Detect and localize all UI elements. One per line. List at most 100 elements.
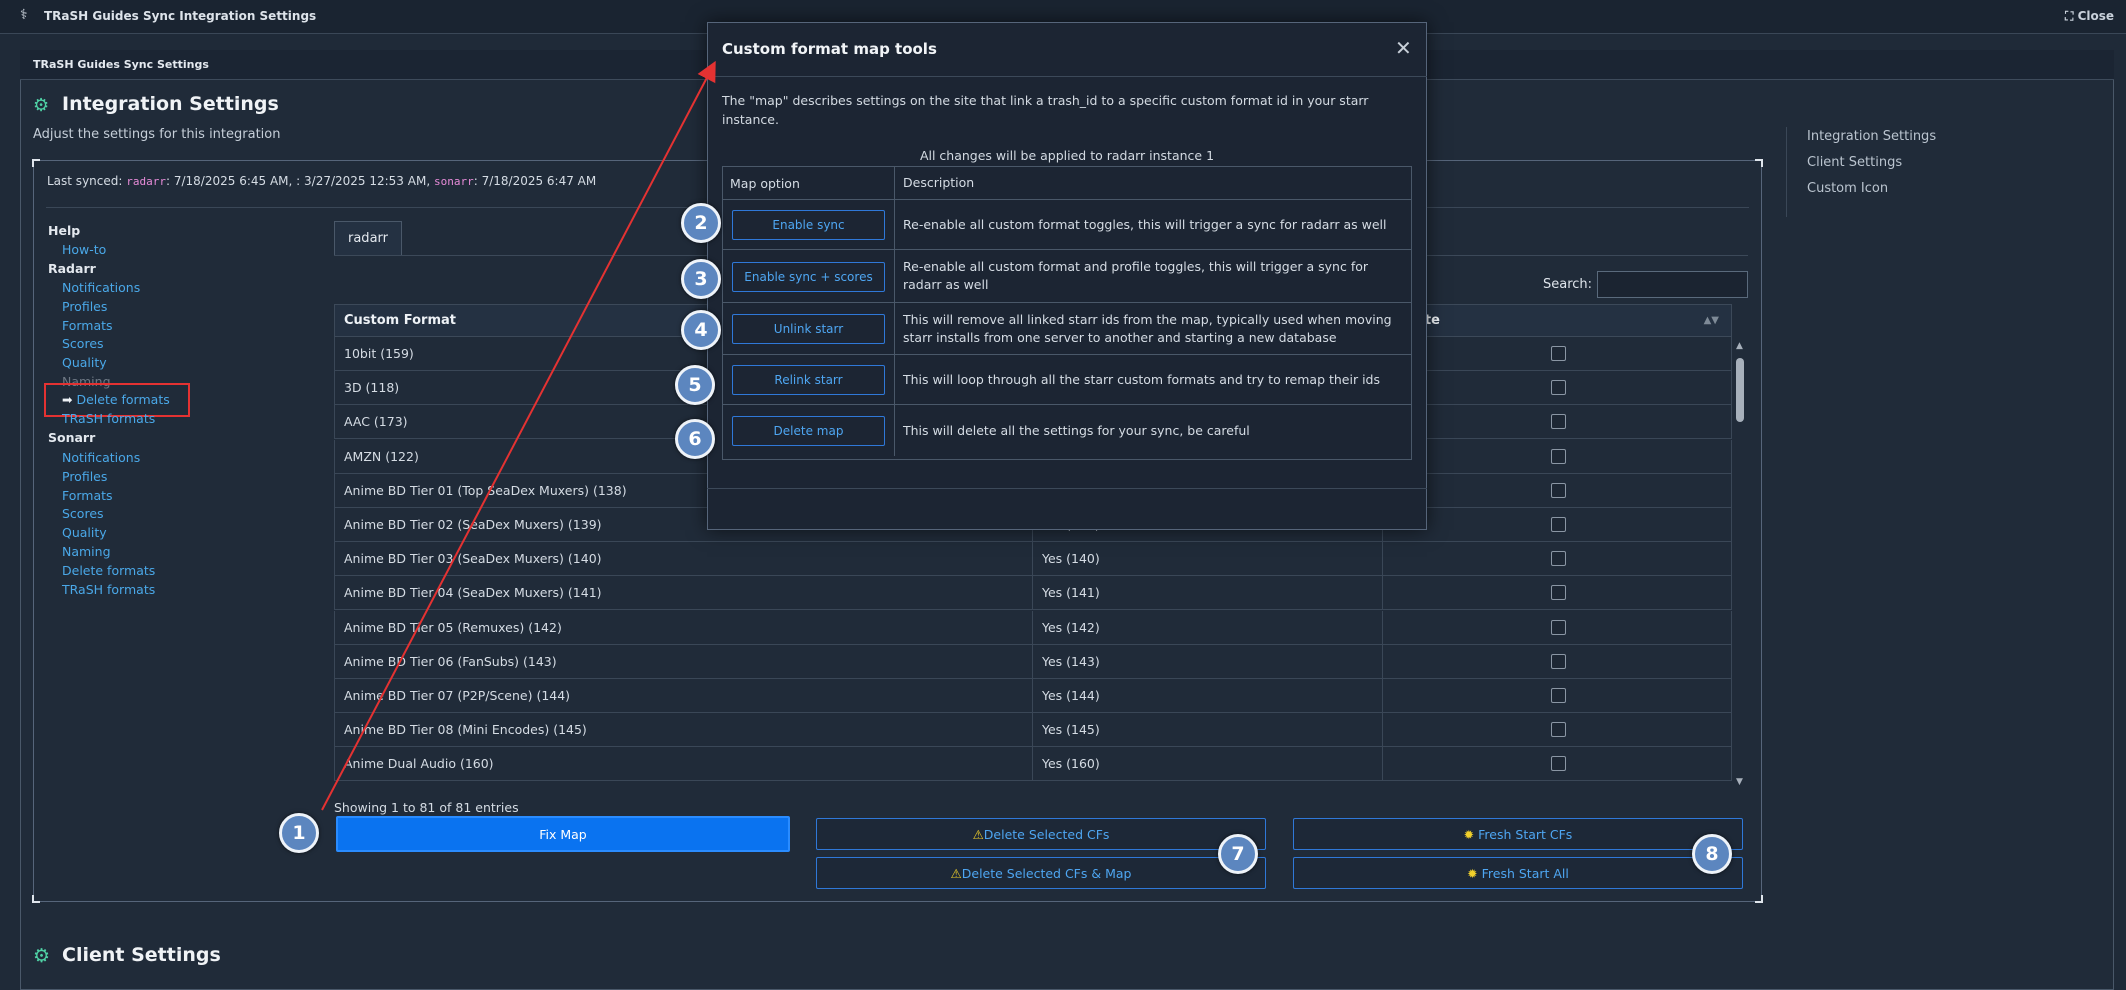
map-option-row: Unlink starr This will remove all linked … — [723, 303, 1411, 355]
right-nav-integration-settings[interactable]: Integration Settings — [1807, 129, 1936, 144]
callout-badge: 1 — [279, 813, 319, 853]
scroll-up-icon[interactable]: ▲ — [1736, 341, 1743, 351]
callout-badge: 3 — [681, 259, 721, 299]
delete-checkbox[interactable] — [1550, 551, 1566, 567]
table-row: Anime BD Tier 04 (SeaDex Muxers) (141) Ye… — [334, 576, 1732, 611]
map-option-button[interactable]: Enable sync — [732, 210, 885, 240]
map-option-button[interactable]: Relink starr — [732, 365, 885, 395]
bug-icon: ✹ — [1463, 826, 1475, 842]
nav-radarr-quality[interactable]: Quality — [62, 355, 107, 370]
map-option-description: This will remove all linked starr ids fr… — [903, 311, 1392, 345]
window-title: TRaSH Guides Sync Integration Settings — [44, 9, 317, 23]
custom-format-name: Anime BD Tier 08 (Mini Encodes) (145) — [335, 713, 1033, 747]
modal-close-icon[interactable]: ✕ — [1395, 36, 1412, 60]
nav-radarr-scores[interactable]: Scores — [62, 336, 104, 351]
nav-sonarr-trash-formats[interactable]: TRaSH formats — [62, 582, 155, 597]
map-option-button[interactable]: Unlink starr — [732, 314, 885, 344]
nav-sonarr-scores[interactable]: Scores — [62, 506, 104, 521]
linked-value: Yes (144) — [1033, 679, 1383, 712]
nav-help-heading: Help — [48, 223, 81, 238]
scroll-down-icon[interactable]: ▼ — [1736, 777, 1743, 787]
delete-checkbox[interactable] — [1550, 346, 1566, 361]
linked-value: Yes (140) — [1033, 542, 1383, 576]
nav-sonarr-naming[interactable]: Naming — [62, 544, 111, 559]
right-nav-custom-icon[interactable]: Custom Icon — [1807, 181, 1888, 196]
tab-radarr[interactable]: radarr — [334, 221, 402, 255]
delete-checkbox[interactable] — [1550, 517, 1566, 532]
delete-selected-cfs-button[interactable]: ⚠ Delete Selected CFs — [816, 818, 1266, 850]
close-window-button[interactable]: ⛶ Close — [2065, 9, 2114, 24]
sort-icon: ▲▼ — [1703, 315, 1719, 326]
nav-radarr-trash-formats[interactable]: TRaSH formats — [62, 411, 155, 426]
map-table-header: Map option Description — [723, 167, 1411, 200]
nav-sonarr-notifications[interactable]: Notifications — [62, 450, 140, 465]
nav-radarr-delete-formats[interactable]: ➡ Delete formats — [62, 392, 170, 407]
custom-format-name: Anime BD Tier 03 (SeaDex Muxers) (140) — [335, 542, 1033, 576]
map-option-description: Re-enable all custom format toggles, thi… — [903, 216, 1387, 232]
nav-radarr-profiles[interactable]: Profiles — [62, 299, 107, 314]
entries-info: Showing 1 to 81 of 81 entries — [334, 800, 519, 815]
table-row: Anime BD Tier 06 (FanSubs) (143) Yes (143… — [334, 644, 1732, 679]
fresh-start-all-button[interactable]: ✹ Fresh Start All — [1293, 857, 1743, 889]
delete-checkbox[interactable] — [1550, 756, 1566, 772]
delete-checkbox[interactable] — [1550, 380, 1566, 396]
nav-radarr-heading: Radarr — [48, 261, 96, 276]
linked-value: Yes (160) — [1033, 747, 1383, 781]
table-row: Anime BD Tier 03 (SeaDex Muxers) (140) Ye… — [334, 542, 1732, 577]
arrow-right-icon: ➡ — [62, 392, 73, 407]
map-option-row: Relink starr This will loop through all t… — [723, 355, 1411, 405]
callout-badge: 7 — [1218, 834, 1258, 874]
fresh-start-cfs-button[interactable]: ✹ Fresh Start CFs — [1293, 818, 1743, 850]
header-delete[interactable]: Delete▲▼ — [1383, 305, 1732, 336]
table-row: Anime BD Tier 05 (Remuxes) (142) Yes (142… — [334, 610, 1732, 645]
scrollbar-thumb[interactable] — [1736, 358, 1744, 422]
delete-checkbox[interactable] — [1550, 722, 1566, 738]
linked-value: Yes (142) — [1033, 610, 1383, 644]
gear-icon: ⚙ — [33, 945, 51, 967]
custom-format-name: Anime BD Tier 05 (Remuxes) (142) — [335, 610, 1033, 644]
delete-checkbox[interactable] — [1550, 482, 1566, 498]
map-option-description: This will delete all the settings for yo… — [903, 422, 1250, 438]
map-option-description: This will loop through all the starr cus… — [903, 371, 1381, 387]
nav-sonarr-delete-formats[interactable]: Delete formats — [62, 563, 155, 578]
sonarr-sync-key: sonarr — [433, 175, 474, 188]
warning-icon: ⚠ — [972, 826, 984, 842]
fix-map-button[interactable]: Fix Map — [336, 816, 790, 852]
callout-badge: 2 — [681, 203, 721, 243]
search-input[interactable] — [1597, 271, 1748, 298]
table-row: Anime BD Tier 07 (P2P/Scene) (144) Yes (1… — [334, 679, 1732, 713]
map-option-button[interactable]: Delete map — [732, 415, 885, 446]
map-option-row: Delete map This will delete all the setti… — [723, 405, 1411, 456]
map-option-button[interactable]: Enable sync + scores — [732, 261, 885, 292]
delete-selected-cfs-map-button[interactable]: ⚠ Delete Selected CFs & Map — [816, 857, 1266, 889]
nav-sonarr-quality[interactable]: Quality — [62, 525, 107, 540]
linked-value: Yes (141) — [1033, 576, 1383, 610]
close-label: Close — [2077, 9, 2115, 23]
map-options-table: Map option Description Enable sync Re-ena… — [722, 166, 1412, 460]
delete-checkbox[interactable] — [1550, 619, 1566, 635]
nav-sonarr-formats[interactable]: Formats — [62, 488, 113, 503]
map-option-row: Enable sync + scores Re-enable all custom… — [723, 250, 1411, 303]
divider — [707, 488, 1427, 489]
nav-howto[interactable]: How-to — [62, 242, 106, 257]
nav-radarr-formats[interactable]: Formats — [62, 318, 113, 333]
right-nav-client-settings[interactable]: Client Settings — [1807, 155, 1902, 170]
app-icon: ⚕ — [20, 7, 28, 23]
delete-checkbox[interactable] — [1550, 585, 1566, 601]
callout-badge: 8 — [1692, 834, 1732, 874]
page-subtitle: Adjust the settings for this integration — [33, 127, 281, 142]
bug-icon: ✹ — [1467, 865, 1478, 881]
delete-checkbox[interactable] — [1550, 653, 1566, 669]
nav-radarr-notifications[interactable]: Notifications — [62, 280, 140, 295]
delete-checkbox[interactable] — [1550, 448, 1566, 464]
nav-sonarr-profiles[interactable]: Profiles — [62, 469, 107, 484]
table-row: Anime BD Tier 08 (Mini Encodes) (145) Yes… — [334, 713, 1732, 748]
map-option-row: Enable sync Re-enable all custom format t… — [723, 200, 1411, 250]
page-title: Integration Settings — [62, 93, 279, 115]
custom-format-name: Anime BD Tier 07 (P2P/Scene) (144) — [335, 679, 1033, 712]
delete-checkbox[interactable] — [1550, 688, 1566, 703]
client-settings-title: Client Settings — [62, 944, 221, 966]
delete-checkbox[interactable] — [1550, 414, 1566, 430]
divider — [707, 76, 1427, 77]
custom-format-name: Anime BD Tier 06 (FanSubs) (143) — [335, 644, 1033, 678]
